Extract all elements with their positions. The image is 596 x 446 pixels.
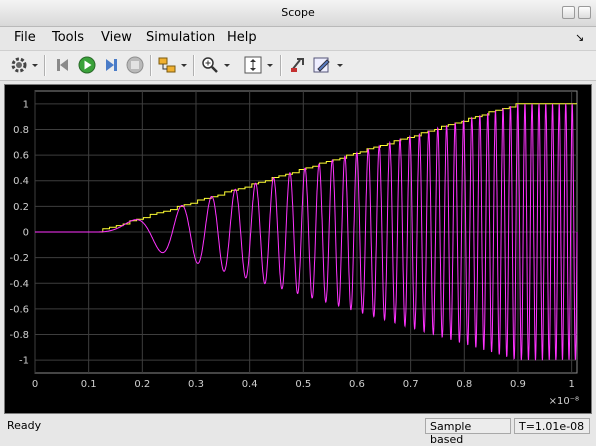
stop-icon[interactable] [125, 55, 145, 75]
toolbar-separator [44, 55, 46, 76]
y-tick-label: -0.6 [9, 304, 29, 315]
window-title: Scope [281, 6, 315, 19]
toolbar [0, 50, 596, 81]
maximize-button[interactable] [578, 6, 591, 19]
edit-icon[interactable] [312, 55, 332, 75]
y-tick-label: 0.8 [13, 125, 29, 136]
x-tick-label: 0.9 [510, 379, 526, 390]
x-scale-label: ×10⁻⁸ [549, 396, 579, 407]
menu-view[interactable]: View [101, 30, 132, 45]
y-tick-label: -0.2 [9, 253, 29, 264]
zoom-icon[interactable] [200, 55, 220, 75]
sample-mode-indicator: Sample based [425, 418, 511, 446]
step-back-icon[interactable] [53, 55, 73, 75]
chevron-down-icon[interactable] [336, 55, 344, 75]
run-icon[interactable] [77, 55, 97, 75]
y-tick-label: 0.2 [13, 202, 29, 213]
chevron-down-icon[interactable] [31, 55, 39, 75]
y-tick-label: 1 [23, 99, 29, 110]
menu-tools[interactable]: Tools [52, 30, 84, 45]
x-tick-label: 0.2 [134, 379, 150, 390]
status-text: Ready [7, 419, 42, 432]
signal-select-icon[interactable] [157, 55, 177, 75]
chevron-down-icon[interactable] [180, 55, 188, 75]
y-tick-label: 0 [23, 228, 29, 239]
chevron-down-icon[interactable] [266, 55, 274, 75]
y-tick-label: -0.8 [9, 330, 29, 341]
highlight-block-icon[interactable] [288, 55, 308, 75]
scope-plot[interactable]: 0 0.1 0.2 0.3 0.4 0.5 0.6 0.7 0.8 0.9 1 1 0.8 0.6 0.4 0… [5, 85, 591, 413]
chevron-down-icon[interactable] [223, 55, 231, 75]
x-tick-label: 0.7 [403, 379, 419, 390]
x-tick-label: 0.6 [349, 379, 365, 390]
window-titlebar: Scope [0, 0, 596, 27]
menu-help[interactable]: Help [227, 30, 257, 45]
status-bar: Ready Sample based T=1.01e-08 [0, 415, 596, 446]
x-tick-label: 0.4 [242, 379, 258, 390]
y-tick-label: 0.6 [13, 151, 29, 162]
toolbar-separator [280, 55, 282, 76]
menu-bar: File Tools View Simulation Help ↘ [0, 27, 596, 49]
menu-file[interactable]: File [14, 30, 36, 45]
toolbar-separator [193, 55, 195, 76]
autoscale-icon[interactable] [243, 55, 263, 75]
gear-icon[interactable] [9, 55, 29, 75]
y-tick-label: 0.4 [13, 176, 29, 187]
y-tick-label: -1 [19, 356, 29, 367]
menu-simulation[interactable]: Simulation [146, 30, 215, 45]
toolbar-separator [150, 55, 152, 76]
x-tick-label: 0.1 [81, 379, 97, 390]
dock-arrow-icon[interactable]: ↘ [575, 31, 584, 44]
x-tick-label: 0.5 [295, 379, 311, 390]
step-forward-icon[interactable] [101, 55, 121, 75]
y-tick-label: -0.4 [9, 279, 29, 290]
simulation-time-indicator: T=1.01e-08 [514, 418, 590, 434]
x-tick-label: 1 [568, 379, 574, 390]
minimize-button[interactable] [562, 6, 575, 19]
x-tick-label: 0.3 [188, 379, 204, 390]
x-tick-label: 0 [32, 379, 38, 390]
x-tick-label: 0.8 [456, 379, 472, 390]
scope-plot-frame: 0 0.1 0.2 0.3 0.4 0.5 0.6 0.7 0.8 0.9 1 1 0.8 0.6 0.4 0… [4, 84, 592, 414]
